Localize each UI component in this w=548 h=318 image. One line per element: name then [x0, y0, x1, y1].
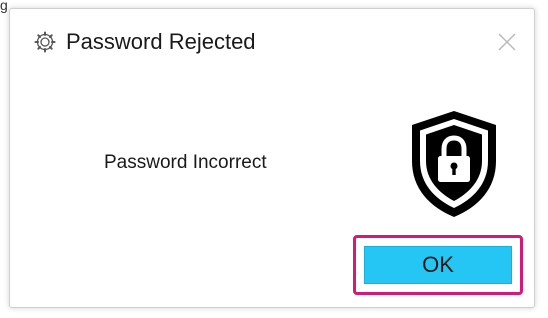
ok-button[interactable]: OK: [364, 246, 512, 284]
gear-icon: [34, 31, 56, 53]
dialog-titlebar: Password Rejected: [10, 9, 534, 71]
close-icon: [498, 33, 516, 51]
close-button[interactable]: [490, 25, 524, 59]
password-rejected-dialog: Password Rejected Password Incorrect OK: [9, 8, 535, 308]
dialog-title: Password Rejected: [66, 29, 256, 54]
ok-button-highlight: OK: [353, 235, 523, 295]
shield-lock-icon: [412, 111, 496, 217]
error-message: Password Incorrect: [104, 152, 267, 173]
